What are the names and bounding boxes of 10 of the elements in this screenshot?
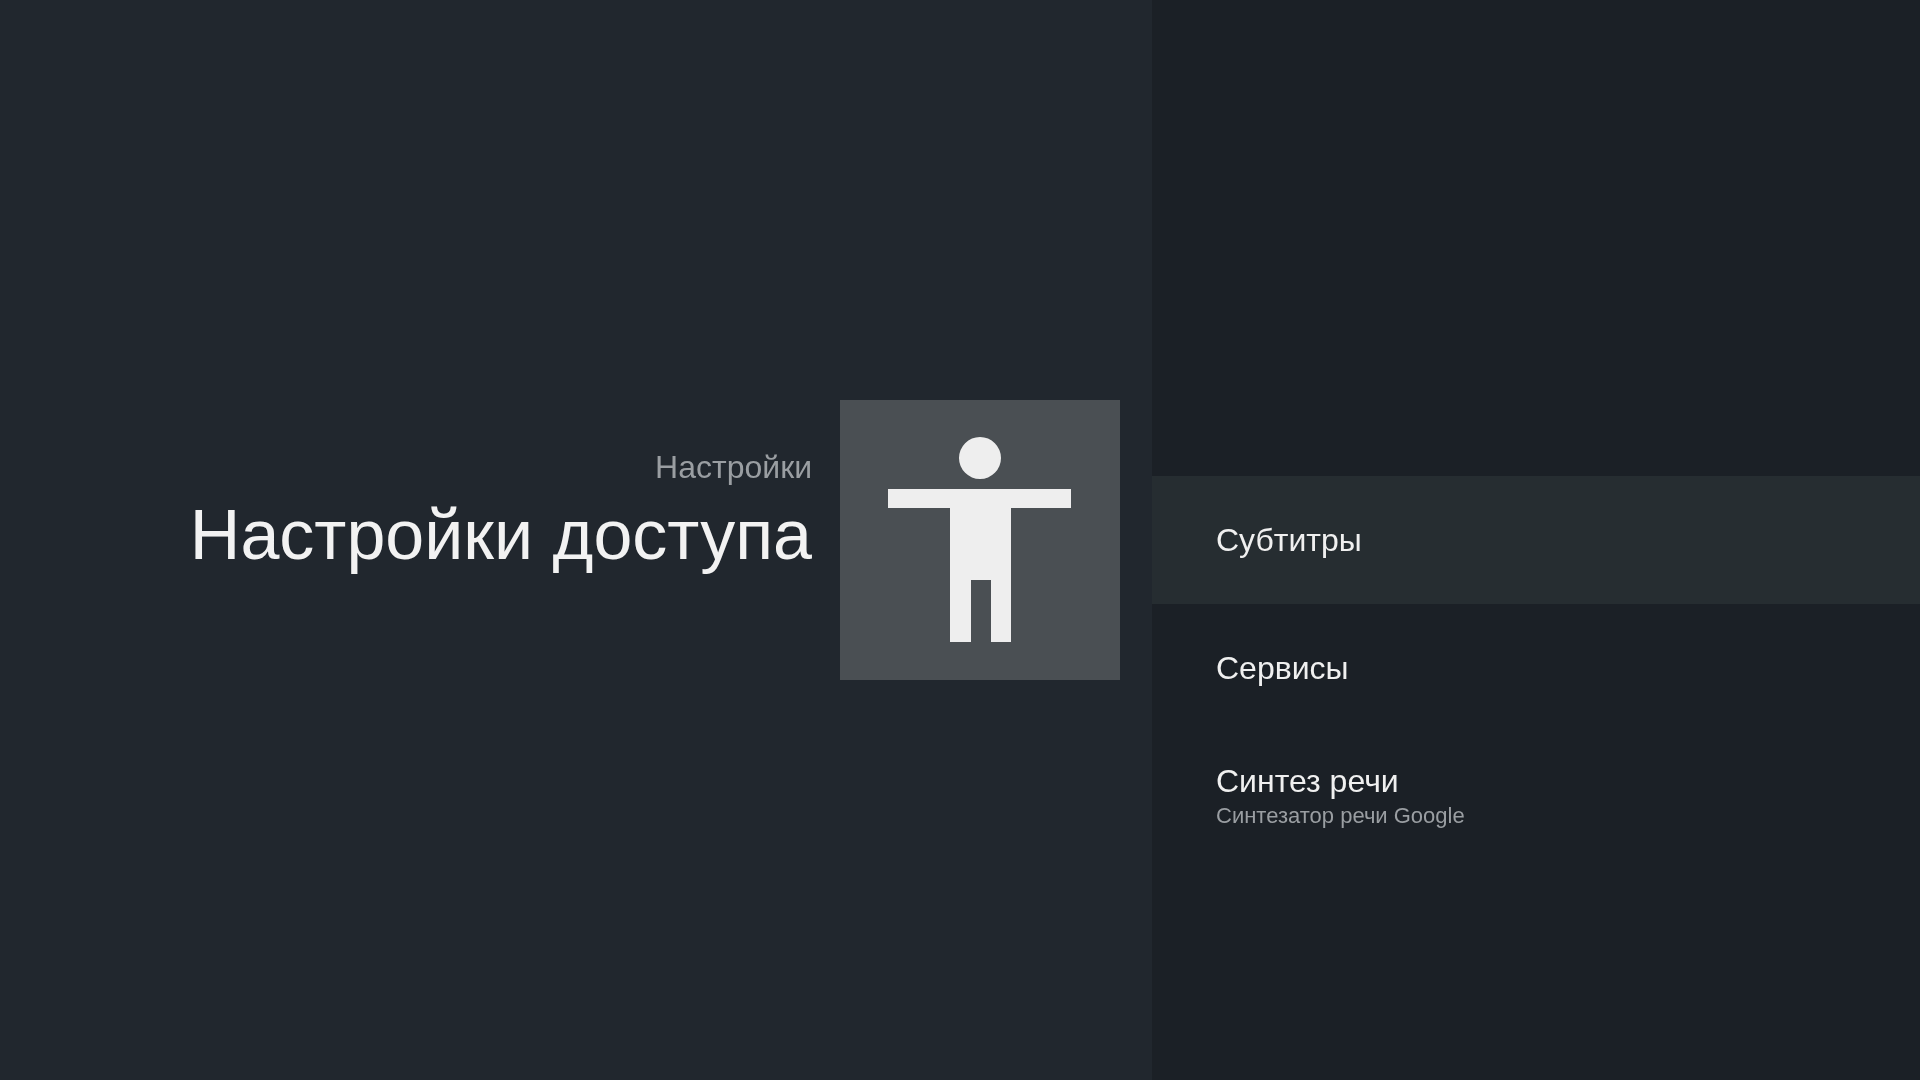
menu-item-title: Сервисы <box>1216 649 1350 688</box>
person-icon <box>888 437 1071 642</box>
menu-item[interactable]: Субтитры <box>1152 476 1920 604</box>
page-title: Настройки доступа <box>189 495 812 576</box>
menu-item[interactable]: Синтез речи Синтезатор речи Google <box>1152 732 1920 860</box>
breadcrumb: Настройки <box>655 448 812 487</box>
menu-item-title: Субтитры <box>1216 521 1363 560</box>
menu-item[interactable]: Сервисы <box>1152 604 1920 732</box>
menu-item-summary: Синтезатор речи Google <box>1216 802 1466 830</box>
menu-item-title: Синтез речи <box>1216 762 1400 801</box>
